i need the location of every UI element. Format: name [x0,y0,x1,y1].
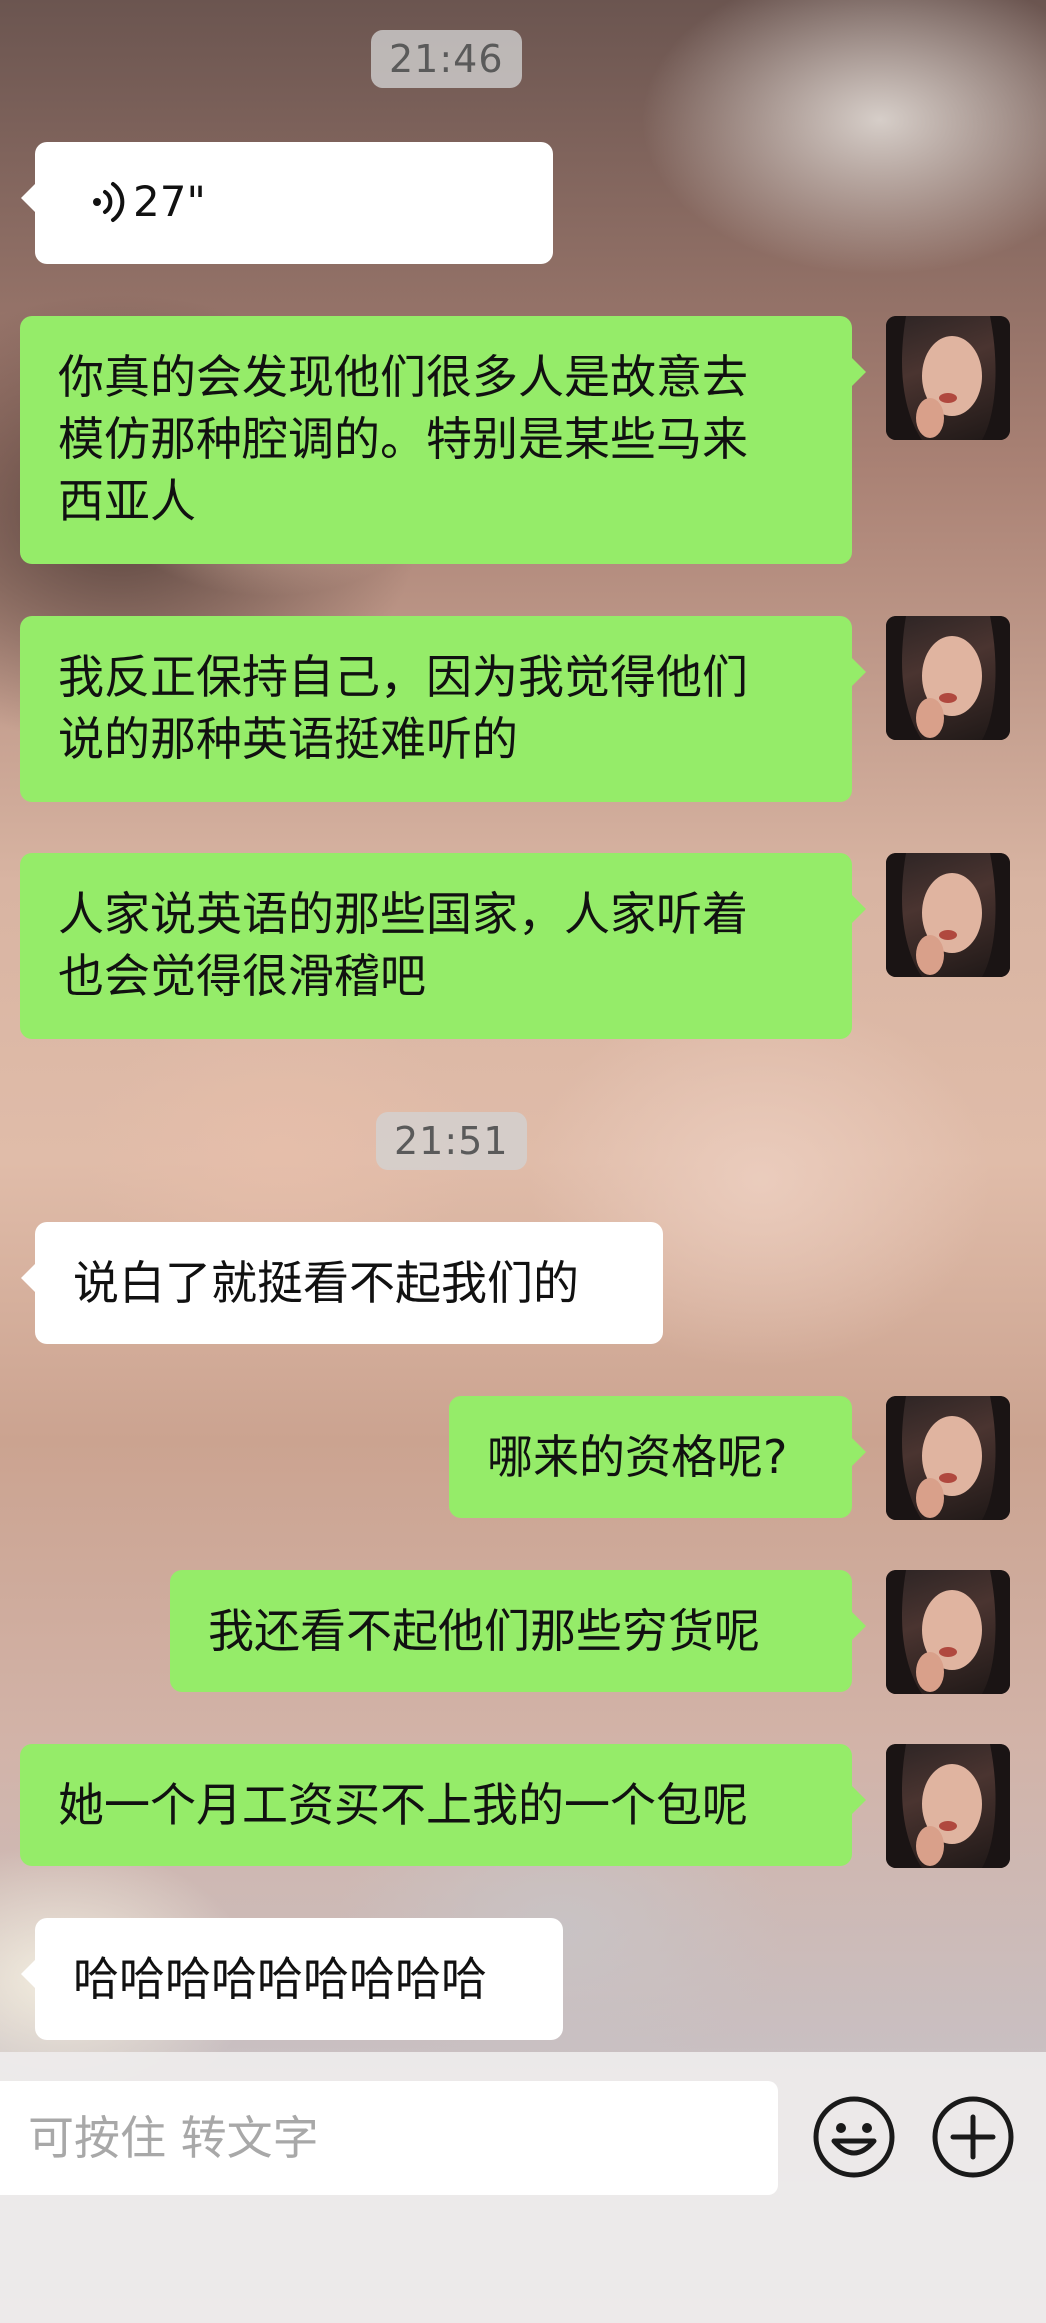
avatar-portrait-icon [886,1570,1010,1694]
message-bubble-outgoing[interactable]: 人家说英语的那些国家，人家听着 也会觉得很滑稽吧 [20,853,866,1039]
message-line: 人家说英语的那些国家，人家听着 [58,887,748,941]
voice-duration: 27" [133,177,206,226]
voice-wave-icon [93,182,125,222]
message-bubble-outgoing[interactable]: 她一个月工资买不上我的一个包呢 [20,1744,866,1866]
message-line: 也会觉得很滑稽吧 [58,949,426,1003]
avatar-portrait-icon [886,853,1010,977]
message-line: 哪来的资格呢? [487,1430,788,1484]
avatar[interactable] [886,1396,1010,1520]
message-bubble-incoming[interactable]: 哈哈哈哈哈哈哈哈哈 [21,1918,563,2040]
avatar[interactable] [886,316,1010,440]
avatar[interactable] [886,853,1010,977]
voice-message-bubble[interactable]: 27" [21,142,553,264]
avatar[interactable] [886,1744,1010,1868]
input-placeholder: 可按住 转文字 [28,2111,319,2165]
input-bar: 可按住 转文字 [0,2052,1046,2323]
message-bubble-outgoing[interactable]: 我反正保持自己，因为我觉得他们 说的那种英语挺难听的 [20,616,866,802]
message-bubble-outgoing[interactable]: 哪来的资格呢? [449,1396,866,1518]
avatar-portrait-icon [886,1396,1010,1520]
timestamp: 21:51 [376,1112,527,1170]
timestamp: 21:46 [371,30,522,88]
message-line: 说白了就挺看不起我们的 [73,1256,579,1310]
message-bubble-outgoing[interactable]: 你真的会发现他们很多人是故意去 模仿那种腔调的。特别是某些马来 西亚人 [20,316,866,564]
avatar[interactable] [886,616,1010,740]
message-bubble-outgoing[interactable]: 我还看不起他们那些穷货呢 [170,1570,866,1692]
plus-circle-icon[interactable] [931,2095,1015,2179]
avatar-portrait-icon [886,1744,1010,1868]
message-input[interactable]: 可按住 转文字 [0,2081,778,2195]
emoji-icon[interactable] [812,2095,896,2179]
message-line: 我还看不起他们那些穷货呢 [208,1604,760,1658]
message-line: 她一个月工资买不上我的一个包呢 [58,1778,748,1832]
message-line: 模仿那种腔调的。特别是某些马来 [58,412,748,466]
message-bubble-incoming[interactable]: 说白了就挺看不起我们的 [21,1222,663,1344]
message-line: 西亚人 [58,474,196,528]
message-line: 你真的会发现他们很多人是故意去 [58,350,748,404]
message-line: 我反正保持自己，因为我觉得他们 [58,650,748,704]
avatar-portrait-icon [886,616,1010,740]
message-line: 哈哈哈哈哈哈哈哈哈 [73,1952,487,2006]
avatar[interactable] [886,1570,1010,1694]
avatar-portrait-icon [886,316,1010,440]
message-line: 说的那种英语挺难听的 [58,712,518,766]
